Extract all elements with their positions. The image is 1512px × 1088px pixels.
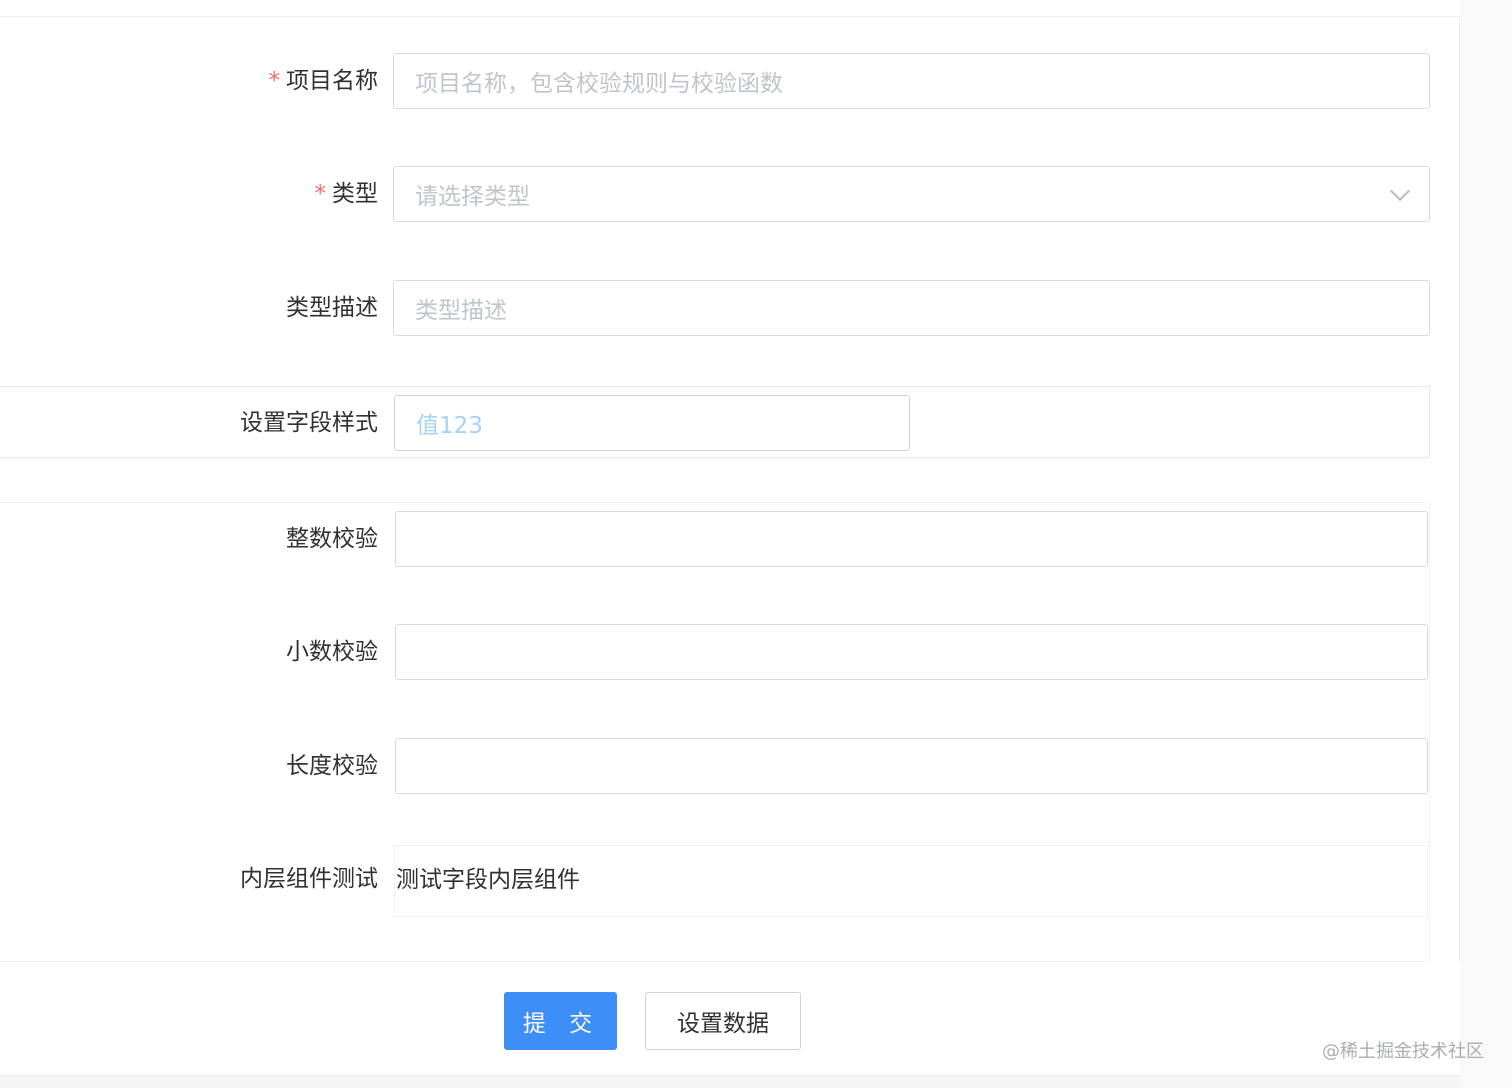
right-gutter [1460, 0, 1512, 1088]
type-desc-label: 类型描述 [286, 295, 378, 321]
length-check-label: 长度校验 [286, 753, 378, 779]
project-name-input[interactable]: 项目名称，包含校验规则与校验函数 [393, 53, 1430, 109]
bottom-strip [0, 1076, 1460, 1088]
type-label: * 类型 [315, 179, 379, 209]
inner-component-label: 内层组件测试 [240, 866, 378, 892]
project-name-placeholder: 项目名称，包含校验规则与校验函数 [415, 71, 783, 97]
field-style-input[interactable]: 值123 [394, 395, 910, 451]
inner-component-text: 测试字段内层组件 [396, 867, 580, 893]
decimal-check-input[interactable] [395, 624, 1428, 680]
integer-check-input[interactable] [395, 511, 1428, 567]
chevron-down-icon[interactable] [1390, 181, 1410, 202]
project-name-label: * 项目名称 [269, 66, 379, 96]
type-desc-placeholder: 类型描述 [415, 298, 507, 324]
field-style-label: 设置字段样式 [240, 410, 378, 436]
set-data-button[interactable]: 设置数据 [645, 992, 801, 1050]
length-check-input[interactable] [395, 738, 1428, 794]
field-style-value: 值123 [416, 413, 483, 439]
type-placeholder: 请选择类型 [415, 184, 530, 210]
project-name-label-text: 项目名称 [286, 68, 378, 94]
integer-check-label: 整数校验 [286, 526, 378, 552]
type-desc-input[interactable]: 类型描述 [393, 280, 1430, 336]
decimal-check-label: 小数校验 [286, 639, 378, 665]
watermark: @稀土掘金技术社区 [1322, 1041, 1484, 1062]
type-label-text: 类型 [332, 181, 378, 207]
type-select[interactable]: 请选择类型 [393, 166, 1430, 222]
submit-button[interactable]: 提 交 [504, 992, 617, 1050]
required-star: * [314, 181, 327, 207]
form-right-edge [1459, 16, 1460, 1076]
required-star: * [268, 68, 281, 94]
top-border [0, 0, 1460, 17]
